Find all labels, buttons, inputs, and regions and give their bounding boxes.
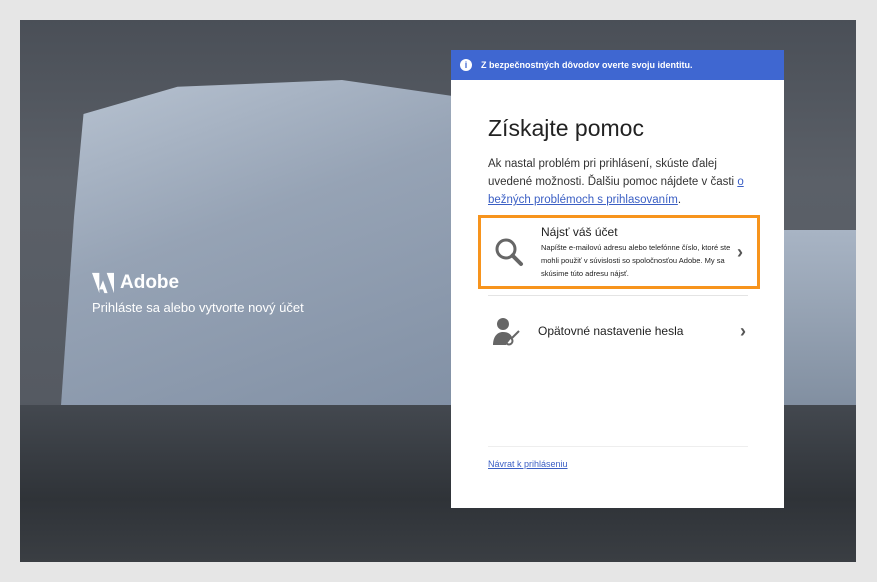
option-title: Opätovné nastavenie hesla (538, 324, 740, 338)
period: . (678, 194, 681, 206)
search-icon (487, 236, 531, 268)
chevron-right-icon: › (737, 242, 757, 263)
adobe-logo-icon (92, 272, 114, 294)
brand-tagline: Prihláste sa alebo vytvorte nový účet (92, 300, 304, 315)
description: Ak nastal problém pri prihlásení, skúste… (488, 155, 758, 209)
divider (488, 446, 748, 447)
find-account-option[interactable]: Nájsť váš účet Napíšte e-mailovú adresu … (478, 215, 760, 289)
brand-name: Adobe (120, 272, 179, 294)
divider (488, 295, 748, 296)
description-text: Ak nastal problém pri prihlásení, skúste… (488, 158, 737, 188)
chevron-right-icon: › (740, 321, 760, 342)
user-key-icon (484, 315, 528, 347)
info-icon: i (460, 59, 472, 71)
option-subtitle: Napíšte e-mailovú adresu alebo telefónne… (541, 241, 737, 280)
option-title: Nájsť váš účet (541, 225, 737, 239)
help-card: i Z bezpečnostných dôvodov overte svoju … (451, 50, 784, 508)
banner-text: Z bezpečnostných dôvodov overte svoju id… (481, 60, 693, 70)
reset-password-option[interactable]: Opätovné nastavenie hesla › (478, 308, 760, 354)
page-title: Získajte pomoc (488, 115, 644, 142)
security-banner: i Z bezpečnostných dôvodov overte svoju … (451, 50, 784, 80)
back-to-sign-in-link[interactable]: Návrat k prihláseniu (488, 459, 568, 469)
iceberg-right (776, 230, 856, 430)
adobe-logo: Adobe (92, 272, 179, 294)
